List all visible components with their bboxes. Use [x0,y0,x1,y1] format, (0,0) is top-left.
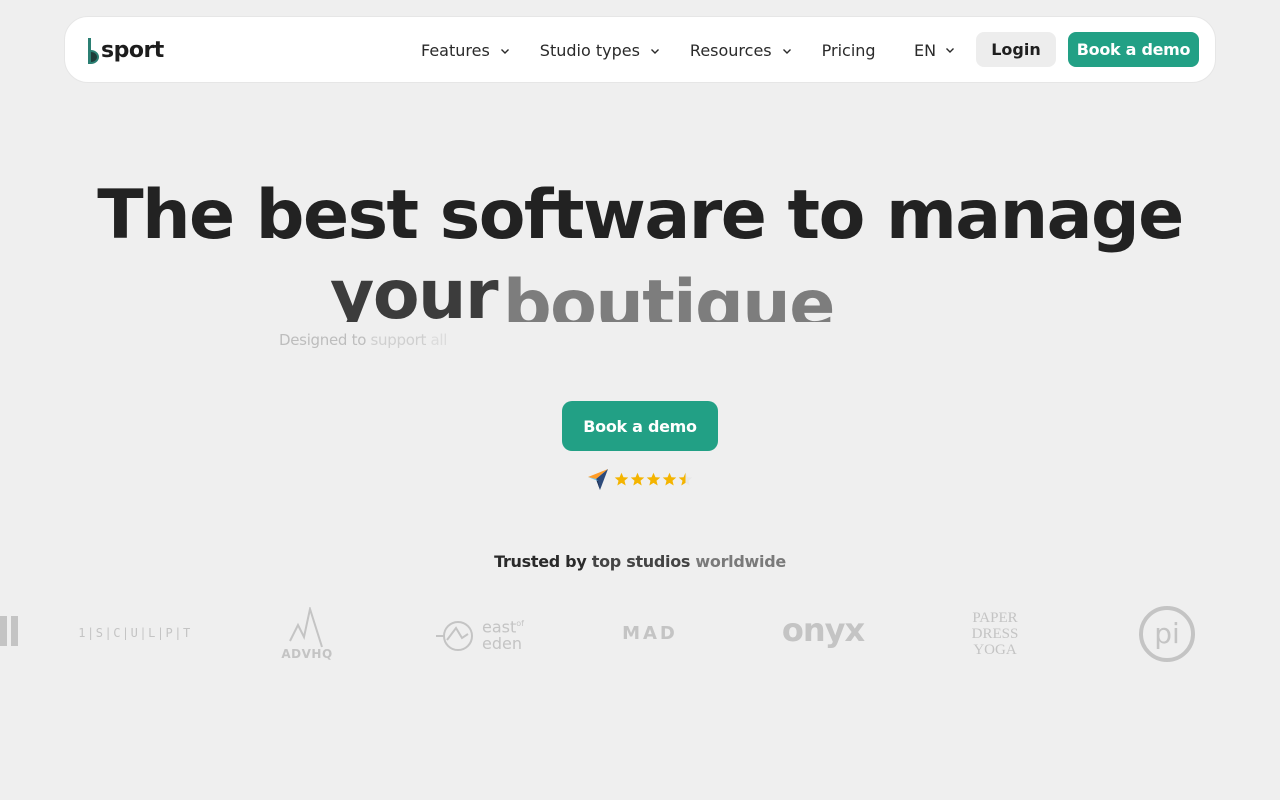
partial-logo [0,616,18,646]
star-icon [630,472,645,485]
subtext-part-3: all [430,331,448,349]
star-icon [646,472,661,485]
star-rating [614,472,694,487]
nav-item-studio-types[interactable]: Studio types [540,41,660,60]
paper-dress-yoga-logo: PAPER DRESS YOGA [971,610,1019,658]
hero-rotating-word: boutique [503,266,834,322]
nav-item-label: Pricing [821,41,876,60]
mad-logo: MAD [622,622,678,644]
east-of-eden-logo: eastof eden [434,614,524,654]
chevron-down-icon [782,48,791,54]
logo-text: sport [101,38,164,63]
trusted-part-3: worldwide [695,552,786,571]
nav-item-label: Features [421,41,490,60]
pi-logo: pi [1139,606,1195,662]
hero-headline-line2: yourboutique [330,256,834,322]
chevron-down-icon [500,48,509,54]
subtext-part-1: Designed to [279,331,367,349]
trusted-by-heading: Trusted by top studios worldwide [0,552,1280,571]
star-icon [662,472,677,485]
language-label: EN [914,40,937,60]
advhq-mark-icon [289,607,323,648]
chevron-down-icon [650,48,659,54]
logo-mark-icon [88,38,99,64]
main-nav: Features Studio types Resources Pricing [421,17,906,84]
login-button[interactable]: Login [976,32,1056,67]
trusted-part-1: Trusted by [494,552,587,571]
half-star-icon [678,472,693,485]
hero-static-word: your [330,256,499,322]
nav-item-resources[interactable]: Resources [690,41,792,60]
language-selector[interactable]: EN [914,39,955,61]
nav-item-features[interactable]: Features [421,41,510,60]
hero-headline: The best software to manage [97,176,1184,255]
book-demo-hero-button[interactable]: Book a demo [562,401,718,451]
subtext-part-2: support [370,331,427,349]
sculpt-logo: 1|S|C|U|L|P|T [78,626,192,640]
hero-subtext: Designed to support all [279,331,447,349]
logo[interactable]: sport [87,37,164,65]
east-of-eden-mark-icon [436,621,473,651]
nav-item-pricing[interactable]: Pricing [822,41,876,60]
chevron-down-icon [946,48,955,53]
capterra-icon [588,469,608,490]
rating-widget[interactable] [588,468,694,490]
customer-logo-strip: 1|S|C|U|L|P|T ADVHQ eastof eden MAD onyx… [0,600,1280,670]
top-navbar: sport Features Studio types Resources Pr… [64,16,1216,83]
nav-item-label: Resources [689,41,772,60]
book-demo-nav-button[interactable]: Book a demo [1068,32,1199,67]
star-icon [614,472,629,485]
advhq-logo: ADVHQ [281,604,332,664]
trusted-part-2: top studios [591,552,691,571]
nav-item-label: Studio types [539,41,640,60]
onyx-logo: onyx [781,611,865,649]
